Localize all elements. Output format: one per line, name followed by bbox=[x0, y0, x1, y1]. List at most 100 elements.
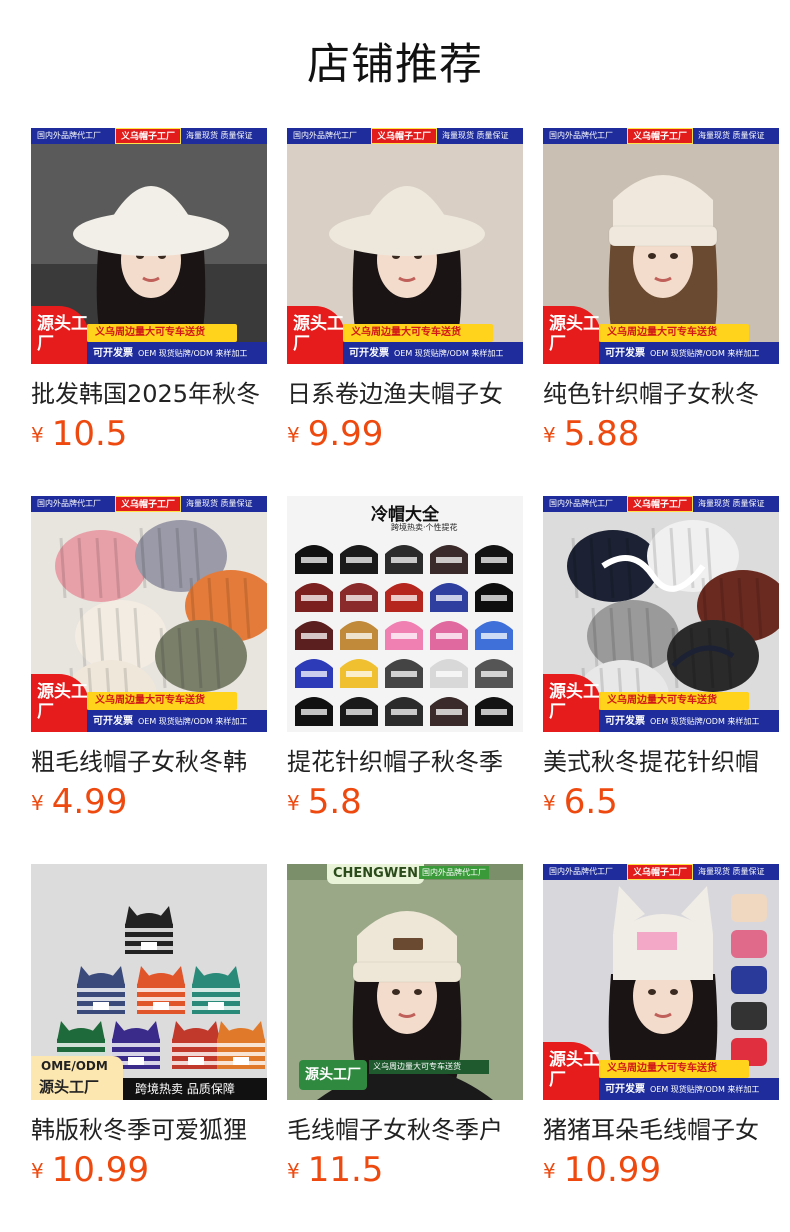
banner-text: 国内外品牌代工厂 bbox=[37, 499, 101, 508]
product-image[interactable]: 国内外品牌代工厂 义乌帽子工厂 海量现货 质量保证 源头工厂 义乌周边量大可专车送货 可开… bbox=[31, 128, 267, 364]
product-card[interactable]: 国内外品牌代工厂 义乌帽子工厂 海量现货 质量保证 源头工厂 义乌周边量大可专车送货 可开… bbox=[543, 128, 779, 496]
banner-text: 海量现货 质量保证 bbox=[698, 131, 765, 140]
source-factory-badge: 源头工厂 bbox=[543, 674, 601, 732]
product-name[interactable]: 提花针织帽子秋冬季 bbox=[287, 746, 523, 778]
product-image[interactable]: 国内外品牌代工厂 义乌帽子工厂 海量现货 质量保证 源头工厂 义乌周边量大可专车送货 可开… bbox=[543, 496, 779, 732]
product-image[interactable]: OME/ODM 源头工厂 跨境热卖 品质保障 bbox=[31, 864, 267, 1100]
product-name[interactable]: 毛线帽子女秋冬季户 bbox=[287, 1114, 523, 1146]
invoice-banner: 可开发票 OEM 现货贴牌/ODM 来样加工 bbox=[343, 342, 523, 364]
product-card[interactable]: CHENGWEN 国内外品牌代工厂源头工厂 义乌周边量大可专车送货毛线帽子女秋冬季户… bbox=[287, 864, 523, 1232]
banner-text: 可开发票 bbox=[605, 347, 645, 359]
price-value: 10.99 bbox=[563, 1150, 662, 1190]
price-value: 6.5 bbox=[563, 782, 618, 822]
delivery-banner: 义乌周边量大可专车送货 bbox=[87, 324, 237, 342]
banner-text: 可开发票 bbox=[605, 715, 645, 727]
product-card[interactable]: 国内外品牌代工厂 义乌帽子工厂 海量现货 质量保证 源头工厂 义乌周边量大可专车送货 可开… bbox=[543, 864, 779, 1232]
banner-text: 可开发票 bbox=[93, 347, 133, 359]
price-value: 10.99 bbox=[51, 1150, 150, 1190]
source-factory-badge: 源头工厂 bbox=[31, 306, 89, 364]
product-price: ¥11.5 bbox=[287, 1150, 523, 1190]
banner-text: 国内外品牌代工厂 bbox=[549, 867, 613, 876]
product-card[interactable]: 国内外品牌代工厂 义乌帽子工厂 海量现货 质量保证 源头工厂 义乌周边量大可专车送货 可开… bbox=[31, 128, 267, 496]
product-card[interactable]: 国内外品牌代工厂 义乌帽子工厂 海量现货 质量保证 源头工厂 义乌周边量大可专车送货 可开… bbox=[287, 128, 523, 496]
product-name[interactable]: 批发韩国2025年秋冬 bbox=[31, 378, 267, 410]
product-price: ¥9.99 bbox=[287, 414, 523, 454]
banner-text: OEM 现货贴牌/ODM 来样加工 bbox=[650, 1084, 760, 1094]
image-overlay-subtitle: 源头工厂 bbox=[39, 1078, 100, 1096]
product-name[interactable]: 粗毛线帽子女秋冬韩 bbox=[31, 746, 267, 778]
banner-text: 义乌帽子工厂 bbox=[627, 128, 694, 144]
invoice-banner: 可开发票 OEM 现货贴牌/ODM 来样加工 bbox=[599, 710, 779, 732]
product-card[interactable]: 冷帽大全 跨境热卖·个性提花提花针织帽子秋冬季 ¥5.8 bbox=[287, 496, 523, 864]
source-factory-badge: 源头工厂 bbox=[287, 306, 345, 364]
delivery-banner: 义乌周边量大可专车送货 bbox=[599, 1060, 749, 1078]
currency-symbol: ¥ bbox=[287, 791, 300, 815]
invoice-banner: 可开发票 OEM 现货贴牌/ODM 来样加工 bbox=[87, 710, 267, 732]
product-image[interactable]: 国内外品牌代工厂 义乌帽子工厂 海量现货 质量保证 源头工厂 义乌周边量大可专车送货 可开… bbox=[543, 128, 779, 364]
price-value: 10.5 bbox=[51, 414, 128, 454]
currency-symbol: ¥ bbox=[287, 423, 300, 447]
product-price: ¥5.88 bbox=[543, 414, 779, 454]
product-image[interactable]: 冷帽大全 跨境热卖·个性提花 bbox=[287, 496, 523, 732]
invoice-banner: 可开发票 OEM 现货贴牌/ODM 来样加工 bbox=[87, 342, 267, 364]
banner-text: 义乌帽子工厂 bbox=[627, 864, 694, 880]
shop-recommend-page: 店铺推荐 国内外品牌代工厂 义乌帽子工厂 海量现货 质量保证 源头工厂 义乌周边量大可专… bbox=[0, 0, 790, 1232]
banner-text: OEM 现货贴牌/ODM 来样加工 bbox=[138, 348, 248, 358]
banner-text: OEM 现货贴牌/ODM 来样加工 bbox=[650, 348, 760, 358]
product-image[interactable]: 国内外品牌代工厂 义乌帽子工厂 海量现货 质量保证 源头工厂 义乌周边量大可专车送货 可开… bbox=[543, 864, 779, 1100]
banner-text: OEM 现货贴牌/ODM 来样加工 bbox=[650, 716, 760, 726]
product-name[interactable]: 美式秋冬提花针织帽 bbox=[543, 746, 779, 778]
source-factory-badge: 源头工厂 bbox=[543, 306, 601, 364]
factory-banner-top: 国内外品牌代工厂 义乌帽子工厂 海量现货 质量保证 bbox=[31, 128, 267, 144]
image-overlay-strip: 跨境热卖 品质保障 bbox=[123, 1078, 267, 1100]
product-name[interactable]: 韩版秋冬季可爱狐狸 bbox=[31, 1114, 267, 1146]
image-overlay-subtitle: 跨境热卖·个性提花 bbox=[391, 523, 458, 532]
factory-banner-top: 国内外品牌代工厂 义乌帽子工厂 海量现货 质量保证 bbox=[543, 496, 779, 512]
invoice-banner: 可开发票 OEM 现货贴牌/ODM 来样加工 bbox=[599, 1078, 779, 1100]
banner-text: 国内外品牌代工厂 bbox=[549, 131, 613, 140]
banner-text: 国内外品牌代工厂 bbox=[293, 131, 357, 140]
image-overlay-subtitle: 国内外品牌代工厂 bbox=[419, 866, 489, 879]
product-price: ¥10.5 bbox=[31, 414, 267, 454]
currency-symbol: ¥ bbox=[31, 423, 44, 447]
source-factory-badge: 源头工厂 bbox=[31, 674, 89, 732]
product-card[interactable]: 国内外品牌代工厂 义乌帽子工厂 海量现货 质量保证 源头工厂 义乌周边量大可专车送货 可开… bbox=[31, 496, 267, 864]
price-value: 9.99 bbox=[307, 414, 384, 454]
product-price: ¥5.8 bbox=[287, 782, 523, 822]
product-price: ¥4.99 bbox=[31, 782, 267, 822]
banner-text: 可开发票 bbox=[93, 715, 133, 727]
banner-text: 海量现货 质量保证 bbox=[186, 131, 253, 140]
price-value: 11.5 bbox=[307, 1150, 384, 1190]
image-overlay-title: CHENGWEN bbox=[327, 864, 424, 884]
banner-text: 海量现货 质量保证 bbox=[698, 867, 765, 876]
source-factory-badge: 源头工厂 bbox=[299, 1060, 367, 1090]
product-card[interactable]: OME/ODM 源头工厂 跨境热卖 品质保障 韩版秋冬季可爱狐狸 ¥10.99 bbox=[31, 864, 267, 1232]
product-name[interactable]: 日系卷边渔夫帽子女 bbox=[287, 378, 523, 410]
product-image[interactable]: CHENGWEN 国内外品牌代工厂源头工厂 义乌周边量大可专车送货 bbox=[287, 864, 523, 1100]
factory-banner-top: 国内外品牌代工厂 义乌帽子工厂 海量现货 质量保证 bbox=[31, 496, 267, 512]
factory-banner-top: 国内外品牌代工厂 义乌帽子工厂 海量现货 质量保证 bbox=[543, 128, 779, 144]
currency-symbol: ¥ bbox=[31, 791, 44, 815]
currency-symbol: ¥ bbox=[31, 1159, 44, 1183]
image-overlay-strip: 义乌周边量大可专车送货 bbox=[369, 1060, 489, 1074]
price-value: 5.88 bbox=[563, 414, 640, 454]
delivery-banner: 义乌周边量大可专车送货 bbox=[87, 692, 237, 710]
product-card[interactable]: 国内外品牌代工厂 义乌帽子工厂 海量现货 质量保证 源头工厂 义乌周边量大可专车送货 可开… bbox=[543, 496, 779, 864]
banner-text: OEM 现货贴牌/ODM 来样加工 bbox=[138, 716, 248, 726]
product-name[interactable]: 纯色针织帽子女秋冬 bbox=[543, 378, 779, 410]
delivery-banner: 义乌周边量大可专车送货 bbox=[599, 324, 749, 342]
invoice-banner: 可开发票 OEM 现货贴牌/ODM 来样加工 bbox=[599, 342, 779, 364]
delivery-banner: 义乌周边量大可专车送货 bbox=[343, 324, 493, 342]
product-name[interactable]: 猪猪耳朵毛线帽子女 bbox=[543, 1114, 779, 1146]
product-image[interactable]: 国内外品牌代工厂 义乌帽子工厂 海量现货 质量保证 源头工厂 义乌周边量大可专车送货 可开… bbox=[31, 496, 267, 732]
currency-symbol: ¥ bbox=[287, 1159, 300, 1183]
banner-text: 国内外品牌代工厂 bbox=[549, 499, 613, 508]
banner-text: OEM 现货贴牌/ODM 来样加工 bbox=[394, 348, 504, 358]
banner-text: 可开发票 bbox=[349, 347, 389, 359]
product-image[interactable]: 国内外品牌代工厂 义乌帽子工厂 海量现货 质量保证 源头工厂 义乌周边量大可专车送货 可开… bbox=[287, 128, 523, 364]
currency-symbol: ¥ bbox=[543, 423, 556, 447]
banner-text: 可开发票 bbox=[605, 1083, 645, 1095]
currency-symbol: ¥ bbox=[543, 791, 556, 815]
product-price: ¥10.99 bbox=[31, 1150, 267, 1190]
price-value: 4.99 bbox=[51, 782, 128, 822]
